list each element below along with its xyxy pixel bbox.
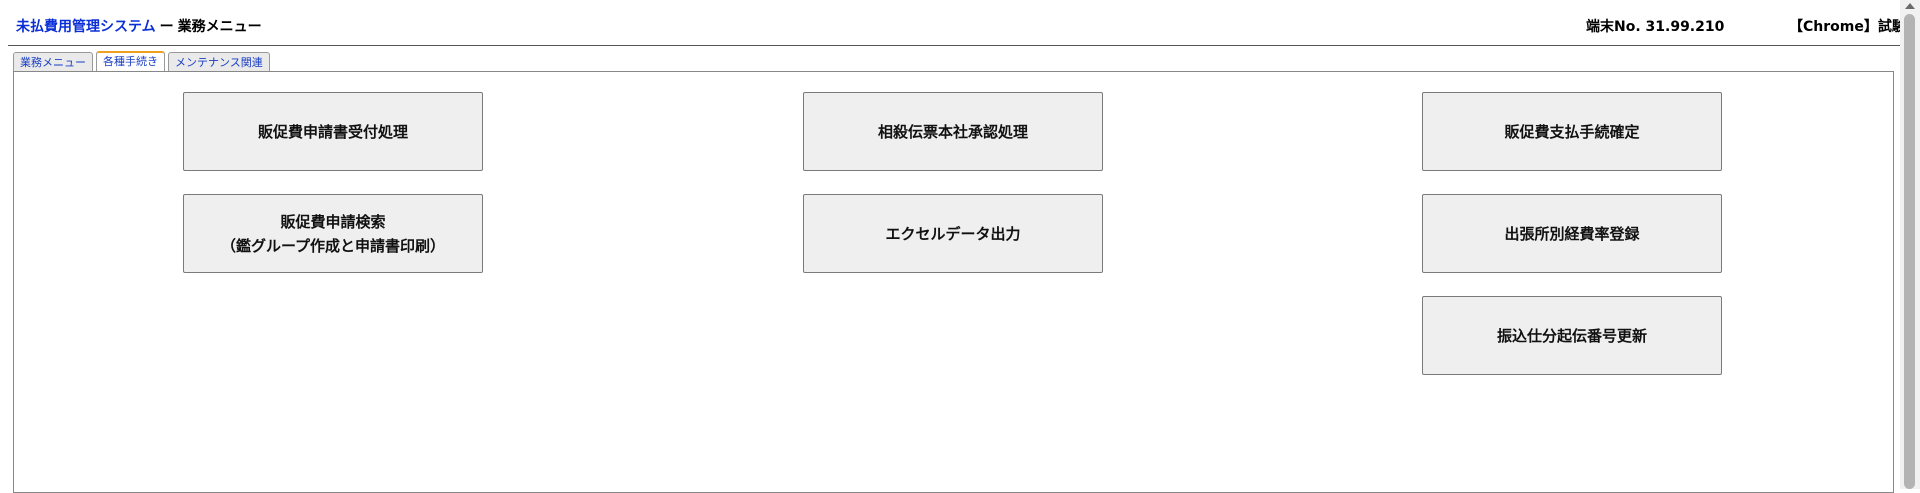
tab-business-menu[interactable]: 業務メニュー [13, 52, 93, 72]
tab-panel: 販促費申請書受付処理 相殺伝票本社承認処理 販促費支払手続確定 販促費申請検索 … [13, 71, 1894, 493]
scroll-up-arrow-icon[interactable] [1905, 3, 1915, 9]
header-divider [8, 45, 1900, 46]
sales-promo-search-button[interactable]: 販促費申請検索 （鑑グループ作成と申請書印刷） [183, 194, 483, 273]
title-separator: ー [159, 19, 174, 35]
sales-promo-application-receipt-button[interactable]: 販促費申請書受付処理 [183, 92, 483, 171]
system-name: 未払費用管理システム [16, 19, 156, 35]
transfer-slip-number-update-button[interactable]: 振込仕分起伝番号更新 [1422, 296, 1722, 375]
header-bar: 未払費用管理システムー業務メニュー 端末No. 31.99.210 【Chrom… [0, 0, 1906, 46]
sales-promo-payment-confirm-button[interactable]: 販促費支払手続確定 [1422, 92, 1722, 171]
app-title: 未払費用管理システムー業務メニュー [16, 16, 262, 36]
sales-promo-search-sublabel: （鑑グループ作成と申請書印刷） [220, 236, 446, 255]
branch-expense-rate-registration-button[interactable]: 出張所別経費率登録 [1422, 194, 1722, 273]
terminal-number: 端末No. 31.99.210 [1586, 19, 1725, 35]
tab-bar: 業務メニュー 各種手続き メンテナンス関連 [13, 51, 270, 73]
page-name: 業務メニュー [177, 19, 262, 35]
scroll-thumb[interactable] [1904, 14, 1915, 489]
offset-slip-hq-approval-button[interactable]: 相殺伝票本社承認処理 [803, 92, 1103, 171]
excel-data-output-button[interactable]: エクセルデータ出力 [803, 194, 1103, 273]
tab-maintenance[interactable]: メンテナンス関連 [168, 52, 270, 72]
sales-promo-search-label: 販促費申請検索 [280, 212, 386, 231]
environment-label: 【Chrome】試験 [1789, 19, 1906, 35]
tab-procedures[interactable]: 各種手続き [96, 51, 165, 73]
vertical-scrollbar[interactable] [1900, 0, 1920, 489]
